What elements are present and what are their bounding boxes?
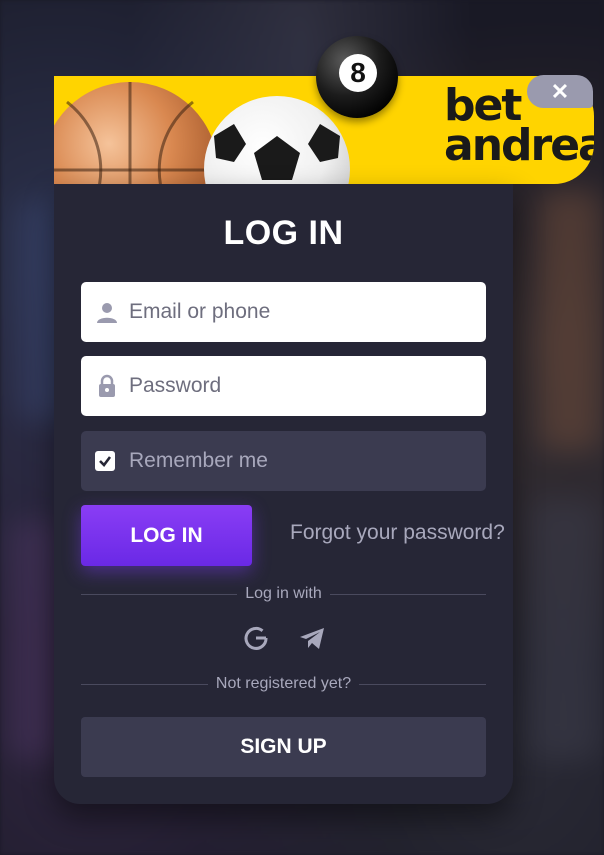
- register-divider: Not registered yet?: [81, 674, 486, 694]
- remember-me-row[interactable]: Remember me: [81, 431, 486, 491]
- close-button[interactable]: ✕: [527, 75, 593, 108]
- page-title: LOG IN: [223, 214, 344, 252]
- divider-line: [81, 593, 238, 595]
- not-registered-label: Not registered yet?: [215, 675, 352, 692]
- eight-ball-number: 8: [339, 54, 377, 92]
- close-icon: ✕: [550, 78, 570, 104]
- forgot-password-link[interactable]: Forgot your password?: [290, 521, 505, 545]
- remember-checkbox[interactable]: [95, 451, 115, 471]
- basketball-image: [54, 82, 218, 184]
- user-icon: [97, 303, 117, 323]
- background-shape: [530, 500, 600, 760]
- login-button[interactable]: LOG IN: [81, 505, 252, 566]
- checkmark-icon: [99, 456, 112, 467]
- login-card: LOG IN Remember me LOG IN Forgot your pa…: [54, 184, 513, 804]
- google-icon[interactable]: [242, 624, 270, 652]
- background-shape: [10, 520, 60, 760]
- password-input[interactable]: [127, 373, 486, 399]
- brand-line-2: andreas: [444, 120, 594, 171]
- divider-line: [329, 593, 486, 595]
- social-login: [54, 624, 513, 652]
- signup-button[interactable]: SIGN UP: [81, 717, 486, 777]
- login-with-divider: Log in with: [81, 584, 486, 604]
- lock-icon: [99, 374, 115, 397]
- login-with-label: Log in with: [245, 585, 322, 602]
- divider-line: [81, 683, 208, 685]
- remember-label: Remember me: [129, 449, 268, 472]
- password-field[interactable]: [81, 356, 486, 416]
- email-input[interactable]: [127, 299, 486, 325]
- background-shape: [540, 190, 600, 450]
- eight-ball-image: 8: [316, 36, 398, 118]
- divider-line: [359, 683, 486, 685]
- telegram-icon[interactable]: [298, 624, 326, 652]
- email-field[interactable]: [81, 282, 486, 342]
- soccer-ball-image: [204, 96, 350, 184]
